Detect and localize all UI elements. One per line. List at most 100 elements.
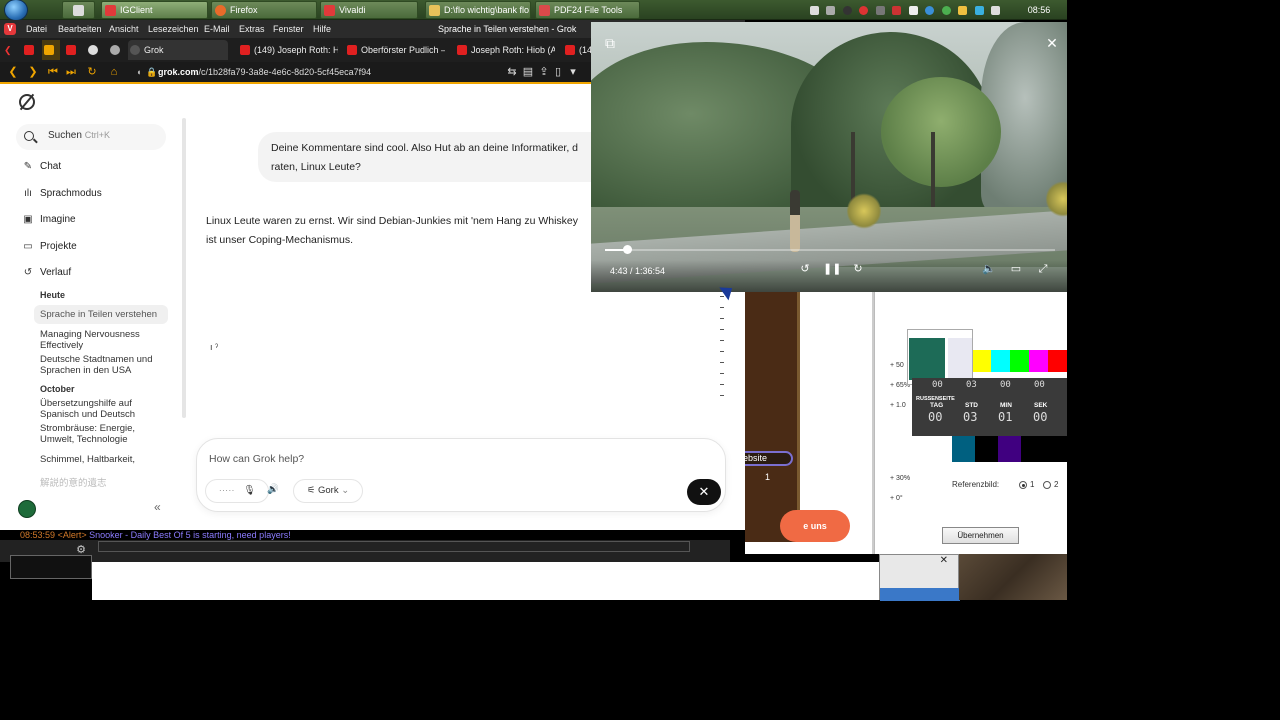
rewind-10-icon[interactable]: ↺ bbox=[797, 261, 813, 277]
rewind-icon[interactable]: ⏮ bbox=[46, 65, 60, 79]
menu-lesezeichen[interactable]: Lesezeichen bbox=[148, 20, 199, 38]
back-to-tab-icon[interactable]: ⧉ bbox=[601, 34, 619, 52]
history-item[interactable]: Sprache in Teilen verstehen bbox=[34, 305, 168, 324]
sidebar-item-label: Imagine bbox=[40, 214, 76, 225]
tray-icon[interactable] bbox=[990, 6, 1000, 15]
task-label: IGClient bbox=[120, 5, 153, 15]
ref-radio-1[interactable] bbox=[1019, 481, 1027, 489]
close-icon[interactable]: ✕ bbox=[1043, 34, 1061, 52]
model-selector[interactable]: ⚟ Gork ⌄ bbox=[293, 479, 363, 503]
task-btn-explorer[interactable] bbox=[62, 1, 95, 19]
youtube-tab-icon[interactable] bbox=[64, 40, 82, 60]
window-background bbox=[92, 562, 879, 600]
task-btn-vivaldi[interactable]: Vivaldi bbox=[320, 1, 418, 19]
search-input[interactable]: Suchen Ctrl+K bbox=[16, 124, 166, 150]
url-path: /c/1b28fa79-3a8e-4e6c-8d20-5cf45eca7f94 bbox=[198, 67, 372, 77]
reference-thumbnail[interactable] bbox=[907, 329, 973, 385]
tab-youtube-2[interactable]: Oberförster Pudlich — D bbox=[345, 40, 445, 60]
prompt-input[interactable]: How can Grok help? ····· 🎙 🔊 ⚟ Gork ⌄ ✕ bbox=[196, 438, 726, 512]
task-btn-igclient[interactable]: IGClient bbox=[101, 1, 208, 19]
search-label: Suchen Ctrl+K bbox=[48, 130, 110, 141]
video-progress-handle[interactable] bbox=[622, 245, 632, 254]
tray-red-icon[interactable] bbox=[859, 6, 869, 15]
picture-in-picture-video[interactable]: ⧉ ✕ 4:43 / 1:36:54 ↺ ❚❚ ↻ 🔈 ▭ ⤢ bbox=[591, 22, 1067, 292]
reload-icon[interactable]: ↻ bbox=[85, 65, 99, 79]
close-icon[interactable]: ✕ bbox=[687, 479, 721, 505]
steam-icon[interactable] bbox=[875, 6, 885, 15]
share-icon[interactable]: ⇪ bbox=[537, 65, 551, 79]
task-btn-pdf24[interactable]: PDF24 File Tools bbox=[535, 1, 640, 19]
tray-icon[interactable] bbox=[974, 6, 984, 15]
reader-icon[interactable]: ▤ bbox=[521, 65, 535, 79]
speaker-icon[interactable]: 🔊 bbox=[259, 479, 287, 503]
tab-label: (14 bbox=[579, 45, 591, 55]
folder-icon: ▭ bbox=[23, 241, 33, 252]
menu-extras[interactable]: Extras bbox=[239, 20, 265, 38]
tray-icon[interactable] bbox=[892, 6, 902, 15]
history-item[interactable]: Schimmel, Haltbarkeit, bbox=[40, 454, 168, 465]
menu-bearbeiten[interactable]: Bearbeiten bbox=[58, 20, 102, 38]
tray-icon[interactable] bbox=[958, 6, 968, 15]
translate-icon[interactable]: ⇆ bbox=[505, 65, 519, 79]
ellipsis-icon: ····· bbox=[218, 485, 235, 496]
task-btn-firefox[interactable]: Firefox bbox=[211, 1, 317, 19]
tray-icon[interactable] bbox=[925, 6, 935, 15]
history-item[interactable]: 解説的意的遺志 bbox=[40, 478, 168, 489]
microphone-icon[interactable]: 🎙 bbox=[243, 485, 255, 496]
home-icon[interactable]: ⌂ bbox=[107, 65, 121, 79]
menu-email[interactable]: E-Mail bbox=[204, 20, 230, 38]
fast-forward-icon[interactable]: ⏭ bbox=[64, 65, 78, 79]
youtube-tab-icon[interactable] bbox=[22, 40, 40, 60]
pause-icon[interactable]: ❚❚ bbox=[823, 261, 841, 277]
chevron-icon[interactable] bbox=[810, 6, 819, 15]
history-item[interactable]: Strombräuse: Energie, Umwelt, Technologi… bbox=[40, 423, 168, 445]
collapse-sidebar-icon[interactable]: « bbox=[154, 500, 161, 514]
volume-icon[interactable]: 🔈 bbox=[981, 261, 997, 277]
menu-datei[interactable]: Datei bbox=[26, 20, 47, 38]
history-item[interactable]: Deutsche Stadtnamen und Sprachen in den … bbox=[40, 354, 168, 376]
task-label: PDF24 File Tools bbox=[554, 5, 623, 15]
avatar[interactable] bbox=[18, 500, 36, 518]
chevron-down-icon[interactable]: ▾ bbox=[566, 65, 580, 79]
grok-tab-icon[interactable] bbox=[42, 40, 60, 60]
task-btn-folder[interactable]: D:\flo wichtig\bank flo bbox=[425, 1, 531, 19]
grok-logo-icon[interactable] bbox=[19, 94, 35, 110]
back-icon[interactable]: ❮ bbox=[6, 65, 20, 79]
tab-youtube-1[interactable]: (149) Joseph Roth: Hiob bbox=[238, 40, 338, 60]
tab-icon[interactable] bbox=[108, 40, 126, 60]
scroll-markers[interactable] bbox=[720, 296, 726, 436]
ref-radio-2[interactable] bbox=[1043, 481, 1051, 489]
history-item[interactable]: Managing Nervousness Effectively bbox=[40, 329, 168, 351]
bookmark-icon[interactable]: ▯ bbox=[551, 65, 565, 79]
menu-hilfe[interactable]: Hilfe bbox=[313, 20, 331, 38]
tray-icon[interactable] bbox=[908, 6, 918, 15]
tab-youtube-4[interactable]: (14 bbox=[563, 40, 591, 60]
tab-icon[interactable] bbox=[86, 40, 104, 60]
shield-icon: ◖ bbox=[136, 67, 142, 77]
color-swatch bbox=[1010, 350, 1029, 372]
history-item[interactable]: Übersetzungshilfe auf Spanisch und Deuts… bbox=[40, 398, 168, 420]
tab-youtube-3[interactable]: Joseph Roth: Hiob (A/D bbox=[455, 40, 555, 60]
chrome-icon[interactable] bbox=[941, 6, 951, 15]
tab-grok[interactable]: Grok bbox=[128, 40, 228, 60]
irc-input[interactable] bbox=[98, 541, 690, 552]
tray-app-icon[interactable] bbox=[842, 6, 852, 15]
back-tab-icon[interactable]: ❮ bbox=[4, 40, 18, 60]
forward-10-icon[interactable]: ↻ bbox=[850, 261, 866, 277]
color-swatch bbox=[1044, 436, 1067, 462]
clock[interactable]: 08:56 bbox=[1014, 0, 1064, 20]
mute-icon[interactable] bbox=[826, 6, 836, 15]
user-message-line: raten, Linux Leute? bbox=[271, 161, 361, 173]
captions-icon[interactable]: ▭ bbox=[1008, 261, 1024, 277]
menu-fenster[interactable]: Fenster bbox=[273, 20, 304, 38]
apply-button[interactable]: Übernehmen bbox=[942, 527, 1019, 544]
vivaldi-icon[interactable]: V bbox=[4, 23, 16, 35]
fullscreen-icon[interactable]: ⤢ bbox=[1035, 261, 1051, 277]
contact-button[interactable]: e uns bbox=[780, 510, 850, 542]
video-progress-bar[interactable] bbox=[605, 245, 1055, 254]
menu-ansicht[interactable]: Ansicht bbox=[109, 20, 139, 38]
forward-icon[interactable]: ❯ bbox=[26, 65, 40, 79]
irc-alert: <Alert> bbox=[57, 530, 87, 540]
close-icon[interactable]: ✕ bbox=[940, 555, 948, 566]
start-button[interactable] bbox=[4, 0, 28, 21]
